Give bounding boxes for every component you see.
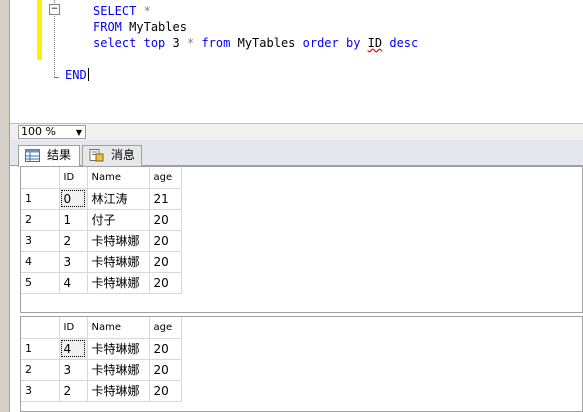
operator: * (143, 4, 151, 18)
table-row: 1 0 林江涛 21 (21, 188, 182, 210)
keyword: select (93, 36, 137, 50)
corner-cell[interactable] (21, 317, 60, 339)
query-editor[interactable]: − SELECT * FROM MyTables select top 3 * … (10, 0, 583, 123)
identifier-error: ID (367, 36, 383, 50)
code-line-2: FROM MyTables (93, 20, 187, 34)
collapse-icon[interactable]: − (49, 4, 60, 15)
table-cell[interactable]: 卡特琳娜 (87, 272, 150, 294)
row-number[interactable]: 4 (21, 251, 60, 273)
results-tab-strip: 结果 消息 (10, 140, 583, 167)
table-cell[interactable]: 3 (59, 359, 88, 381)
editor-status-bar: 100 % ▼ (10, 123, 583, 140)
tab-messages-label: 消息 (111, 148, 136, 162)
row-number[interactable]: 1 (21, 338, 60, 360)
table-cell[interactable]: 付子 (87, 209, 150, 231)
row-number[interactable]: 3 (21, 380, 60, 402)
zoom-value: 100 % (21, 125, 56, 138)
table-cell[interactable]: 4 (59, 272, 88, 294)
table-cell[interactable]: 20 (149, 272, 182, 294)
table-row: 5 4 卡特琳娜 20 (21, 272, 182, 294)
keyword: FROM (93, 20, 122, 34)
table-row: 1 4 卡特琳娜 20 (21, 338, 182, 360)
row-number[interactable]: 3 (21, 230, 60, 252)
column-header-name[interactable]: Name (87, 167, 150, 189)
table-cell[interactable]: 20 (149, 230, 182, 252)
column-header-name[interactable]: Name (87, 317, 150, 339)
corner-cell[interactable] (21, 167, 60, 189)
table-cell[interactable]: 卡特琳娜 (87, 230, 150, 252)
table-row: 2 1 付子 20 (21, 209, 182, 231)
table-cell[interactable]: 0 (59, 188, 88, 210)
tab-results-label: 结果 (47, 148, 72, 162)
table-row: 3 2 卡特琳娜 20 (21, 380, 182, 402)
table-cell[interactable]: 1 (59, 209, 88, 231)
row-number[interactable]: 2 (21, 359, 60, 381)
code-line-end: END (65, 68, 89, 82)
table-cell[interactable]: 2 (59, 230, 88, 252)
table-cell[interactable]: 20 (149, 359, 182, 381)
row-number[interactable]: 5 (21, 272, 60, 294)
change-tracking-margin (37, 0, 42, 60)
keyword: END (65, 68, 87, 82)
result-grid-2[interactable]: ID Name age 1 4 卡特琳娜 20 2 3 卡特琳娜 20 3 2 … (20, 316, 583, 412)
keyword: order (302, 36, 339, 50)
keyword: from (201, 36, 231, 50)
messages-icon (89, 149, 104, 162)
tab-messages[interactable]: 消息 (82, 145, 142, 166)
header-row: ID Name age (21, 317, 182, 339)
left-panel-border (0, 0, 10, 412)
table-cell[interactable]: 2 (59, 380, 88, 402)
code-line-1: SELECT * (93, 4, 151, 18)
table-row: 4 3 卡特琳娜 20 (21, 251, 182, 273)
results-table: ID Name age 1 0 林江涛 21 2 1 付子 20 3 2 卡特琳… (21, 167, 182, 294)
keyword: desc (389, 36, 419, 50)
number: 3 (172, 36, 180, 50)
column-header-age[interactable]: age (149, 167, 182, 189)
column-header-age[interactable]: age (149, 317, 182, 339)
results-table: ID Name age 1 4 卡特琳娜 20 2 3 卡特琳娜 20 3 2 … (21, 317, 182, 402)
table-cell[interactable]: 卡特琳娜 (87, 251, 150, 273)
table-cell[interactable]: 卡特琳娜 (87, 359, 150, 381)
table-cell[interactable]: 20 (149, 209, 182, 231)
operator: * (186, 36, 195, 50)
column-header-id[interactable]: ID (59, 167, 88, 189)
keyword: by (345, 36, 361, 50)
table-cell[interactable]: 20 (149, 338, 182, 360)
code-line-3: select top 3 * from MyTables order by ID… (93, 36, 418, 50)
table-cell[interactable]: 卡特琳娜 (87, 380, 150, 402)
keyword: top (143, 36, 166, 50)
result-grid-1[interactable]: ID Name age 1 0 林江涛 21 2 1 付子 20 3 2 卡特琳… (20, 166, 583, 313)
table-cell[interactable]: 林江涛 (87, 188, 150, 210)
grid-icon (25, 149, 40, 162)
table-cell[interactable]: 20 (149, 251, 182, 273)
zoom-dropdown[interactable]: 100 % ▼ (18, 125, 86, 139)
table-cell[interactable]: 21 (149, 188, 182, 210)
table-cell[interactable]: 3 (59, 251, 88, 273)
table-cell[interactable]: 卡特琳娜 (87, 338, 150, 360)
tab-results[interactable]: 结果 (18, 145, 80, 167)
table-row: 2 3 卡特琳娜 20 (21, 359, 182, 381)
identifier: MyTables (129, 20, 187, 34)
header-row: ID Name age (21, 167, 182, 189)
table-cell[interactable]: 4 (59, 338, 88, 360)
table-cell[interactable]: 20 (149, 380, 182, 402)
chevron-down-icon[interactable]: ▼ (76, 127, 82, 139)
column-header-id[interactable]: ID (59, 317, 88, 339)
outline-end (54, 77, 59, 78)
row-number[interactable]: 2 (21, 209, 60, 231)
text-caret (87, 68, 89, 81)
identifier: MyTables (237, 36, 296, 50)
keyword: SELECT (93, 4, 137, 18)
table-row: 3 2 卡特琳娜 20 (21, 230, 182, 252)
row-number[interactable]: 1 (21, 188, 60, 210)
